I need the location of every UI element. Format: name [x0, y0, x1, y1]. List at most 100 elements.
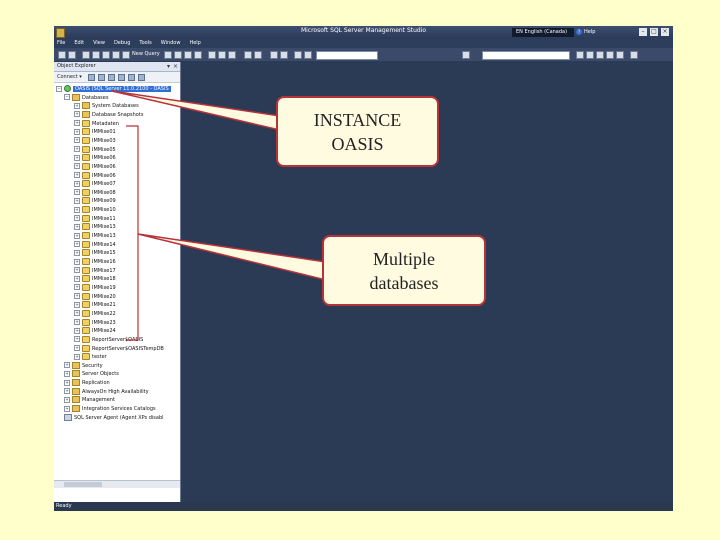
expand-icon[interactable]: + — [74, 223, 80, 230]
connect-icon[interactable] — [88, 74, 95, 81]
start-icon[interactable] — [294, 51, 302, 59]
sql-agent-node[interactable]: SQL Server Agent (Agent XPs disabl — [64, 413, 164, 422]
open-file-icon[interactable] — [92, 51, 100, 59]
options-icon[interactable] — [630, 51, 638, 59]
expand-icon[interactable]: + — [74, 189, 80, 196]
menu-window[interactable]: Window — [161, 39, 181, 48]
expand-icon[interactable]: + — [74, 146, 80, 153]
save-all-icon[interactable] — [112, 51, 120, 59]
expand-icon[interactable]: + — [74, 275, 80, 282]
database-node[interactable]: + IMMixe05 — [74, 145, 116, 154]
menu-tools[interactable]: Tools — [139, 39, 151, 48]
expand-icon[interactable]: + — [74, 345, 80, 351]
analysis-query-icon[interactable] — [174, 51, 182, 59]
collapse-icon[interactable]: − — [64, 94, 70, 101]
database-node[interactable]: + IMMixe22 — [74, 309, 116, 318]
forward-icon[interactable] — [68, 51, 76, 59]
server-folder-node[interactable]: + Integration Services Catalogs — [64, 405, 156, 413]
expand-icon[interactable]: + — [64, 388, 70, 395]
scrollbar-thumb[interactable] — [64, 482, 102, 487]
redo-icon[interactable] — [254, 51, 262, 59]
template-explorer-icon[interactable] — [616, 51, 624, 59]
database-node[interactable]: + ReportServer$OASIS — [74, 335, 143, 344]
navigate-backward-icon[interactable] — [270, 51, 278, 59]
expand-icon[interactable]: + — [74, 310, 80, 317]
database-node[interactable]: + IMMixe03 — [74, 136, 116, 145]
expand-icon[interactable]: + — [74, 206, 80, 213]
new-query-button[interactable]: New Query — [132, 50, 160, 59]
expand-icon[interactable]: + — [64, 362, 70, 369]
expand-icon[interactable]: + — [74, 319, 80, 326]
close-button[interactable]: × — [661, 28, 669, 36]
expand-icon[interactable]: + — [74, 172, 80, 178]
navigate-forward-icon[interactable] — [280, 51, 288, 59]
database-node[interactable]: + IMMixe14 — [74, 240, 116, 249]
server-folder-node[interactable]: + Management — [64, 396, 115, 404]
back-icon[interactable] — [58, 51, 66, 59]
activity-monitor-icon[interactable] — [138, 74, 145, 81]
database-node[interactable]: + IMMixe07 — [74, 180, 116, 188]
database-node[interactable]: + tester — [74, 353, 107, 361]
help-button[interactable]: ? Help — [576, 28, 595, 37]
expand-icon[interactable]: + — [74, 353, 80, 360]
database-node[interactable]: + IMMixe10 — [74, 206, 116, 214]
database-node[interactable]: + IMMixe06 — [74, 154, 116, 162]
database-node[interactable]: + IMMixe19 — [74, 283, 116, 292]
database-node[interactable]: + IMMixe17 — [74, 266, 116, 275]
expand-icon[interactable]: + — [74, 128, 80, 135]
expand-icon[interactable]: + — [74, 180, 80, 187]
database-node[interactable]: + IMMixe16 — [74, 258, 116, 266]
menu-help[interactable]: Help — [189, 39, 200, 48]
expand-icon[interactable]: + — [74, 215, 80, 222]
expand-icon[interactable]: + — [64, 370, 70, 377]
database-node[interactable]: + ReportServer$OASISTempDB — [74, 344, 164, 353]
expand-icon[interactable]: + — [74, 258, 80, 265]
database-node[interactable]: + IMMixe18 — [74, 275, 116, 283]
menu-file[interactable]: File — [57, 39, 65, 48]
toolbox-icon[interactable] — [606, 51, 614, 59]
database-node[interactable]: + IMMixe24 — [74, 327, 116, 335]
language-indicator[interactable]: EN English (Canada) — [512, 28, 574, 37]
expand-icon[interactable]: + — [74, 154, 80, 161]
find-combo[interactable] — [482, 51, 570, 60]
expand-icon[interactable]: + — [64, 405, 70, 412]
database-node[interactable]: + IMMixe06 — [74, 162, 116, 171]
database-node[interactable]: + IMMixe23 — [74, 318, 116, 327]
solution-configurations-combo[interactable] — [316, 51, 378, 60]
menu-debug[interactable]: Debug — [114, 39, 130, 48]
minimize-button[interactable]: – — [639, 28, 647, 36]
object-explorer-icon[interactable] — [596, 51, 604, 59]
expand-icon[interactable]: + — [74, 120, 80, 127]
server-folder-node[interactable]: + AlwaysOn High Availability — [64, 387, 149, 396]
maximize-button[interactable]: □ — [650, 28, 658, 36]
database-node[interactable]: + IMMixe08 — [74, 188, 116, 197]
server-folder-node[interactable]: + Security — [64, 361, 103, 370]
database-node[interactable]: + IMMixe09 — [74, 197, 116, 205]
expand-icon[interactable]: + — [74, 336, 80, 343]
database-node[interactable]: + IMMixe11 — [74, 214, 116, 223]
save-icon[interactable] — [102, 51, 110, 59]
database-node[interactable]: + IMMixe13 — [74, 232, 116, 240]
server-folder-node[interactable]: + Replication — [64, 379, 110, 387]
expand-icon[interactable]: + — [74, 327, 80, 334]
horizontal-scrollbar[interactable] — [54, 480, 180, 488]
filter-icon[interactable] — [118, 74, 125, 81]
database-node[interactable]: + IMMixe01 — [74, 128, 116, 136]
expand-icon[interactable]: + — [74, 137, 80, 144]
connect-button[interactable]: Connect ▾ — [57, 72, 82, 82]
disconnect-icon[interactable] — [98, 74, 105, 81]
database-node[interactable]: + IMMixe15 — [74, 249, 116, 257]
solution-explorer-icon[interactable] — [576, 51, 584, 59]
database-engine-query-icon[interactable] — [164, 51, 172, 59]
expand-icon[interactable]: + — [74, 232, 80, 239]
server-folder-node[interactable]: + Server Objects — [64, 370, 119, 378]
database-node[interactable]: + Metadaten — [74, 119, 119, 128]
new-query-icon[interactable] — [122, 51, 130, 59]
new-project-icon[interactable] — [82, 51, 90, 59]
undo-icon[interactable] — [244, 51, 252, 59]
expand-icon[interactable]: + — [74, 197, 80, 204]
refresh-icon[interactable] — [128, 74, 135, 81]
pin-icon[interactable]: ▾ — [167, 62, 170, 71]
expand-icon[interactable]: + — [74, 163, 80, 170]
find-icon[interactable] — [462, 51, 470, 59]
